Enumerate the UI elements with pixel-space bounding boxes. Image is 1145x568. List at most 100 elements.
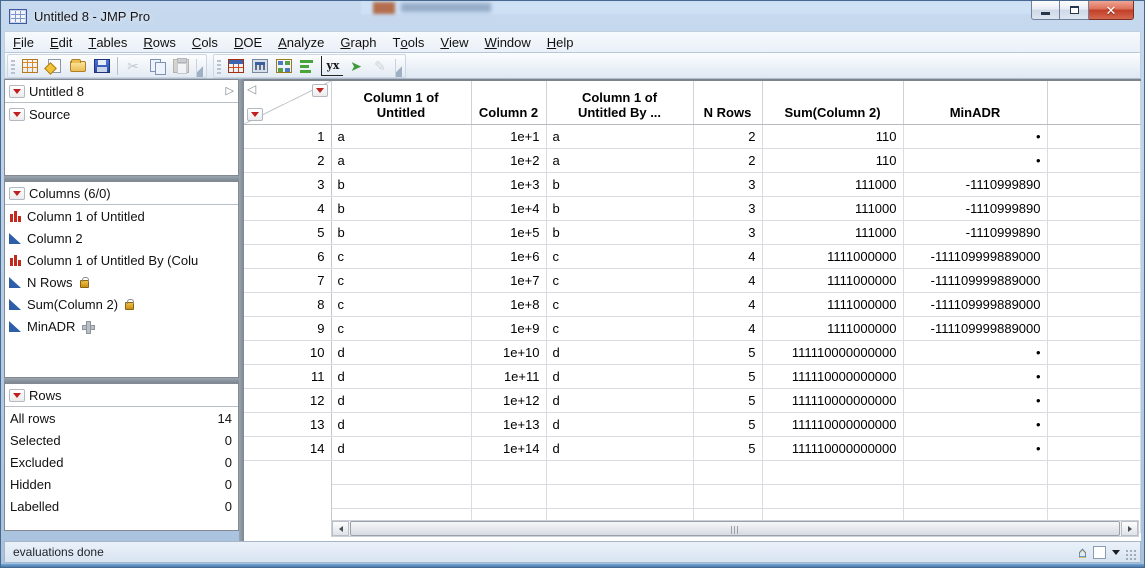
cell[interactable]: c (331, 316, 472, 341)
row-number-cell[interactable] (244, 508, 332, 532)
row-number-cell[interactable]: 2 (244, 148, 332, 173)
nominal-modeling-type-icon[interactable] (9, 210, 23, 222)
cell[interactable]: 1e+12 (471, 388, 547, 413)
cell[interactable]: 5 (693, 340, 763, 365)
toolbar-overflow-icon[interactable] (196, 58, 203, 77)
home-icon[interactable]: ⌂ (1078, 545, 1087, 560)
cell[interactable]: 1e+1 (471, 124, 547, 149)
cell[interactable]: c (546, 244, 694, 269)
menu-rows[interactable]: Rows (135, 32, 184, 52)
row-number-cell[interactable]: 6 (244, 244, 332, 269)
column-header-5[interactable]: Sum(Column 2) (762, 81, 904, 125)
column-header-6[interactable]: MinADR (903, 81, 1048, 125)
cell[interactable]: • (903, 436, 1048, 461)
cell[interactable]: 1111000000 (762, 292, 904, 317)
cell[interactable] (762, 484, 904, 509)
cell[interactable]: 1e+9 (471, 316, 547, 341)
cell[interactable]: c (546, 292, 694, 317)
column-list-item[interactable]: Column 1 of Untitled By (Colu (5, 249, 238, 271)
cell[interactable]: c (546, 268, 694, 293)
cell[interactable]: • (903, 124, 1048, 149)
column-header-2[interactable]: Column 2 (471, 81, 547, 125)
new-journal-icon[interactable] (43, 56, 65, 76)
cell[interactable]: 3 (693, 220, 763, 245)
window-layout-icon[interactable] (273, 56, 295, 76)
nominal-modeling-type-icon[interactable] (9, 254, 23, 266)
cell[interactable]: 111110000000000 (762, 340, 904, 365)
cell[interactable] (903, 484, 1048, 509)
cell[interactable]: 5 (693, 412, 763, 437)
row-number-cell[interactable]: 5 (244, 220, 332, 245)
rows-menu-icon[interactable] (9, 388, 25, 402)
column-list-item[interactable]: Sum(Column 2) (5, 293, 238, 315)
collapse-panel-icon[interactable]: ◁ (247, 82, 256, 96)
row-number-cell[interactable]: 8 (244, 292, 332, 317)
cell[interactable]: 4 (693, 268, 763, 293)
cell[interactable]: c (331, 292, 472, 317)
cell[interactable]: d (546, 364, 694, 389)
cell[interactable]: b (331, 220, 472, 245)
row-number-cell[interactable] (244, 460, 332, 484)
column-header-4[interactable]: N Rows (693, 81, 763, 125)
cell[interactable] (471, 484, 547, 509)
menu-file[interactable]: File (5, 32, 42, 52)
cell[interactable]: • (903, 148, 1048, 173)
cell[interactable]: 1e+5 (471, 220, 547, 245)
menu-doe[interactable]: D OE (226, 32, 270, 52)
row-number-cell[interactable]: 9 (244, 316, 332, 341)
cell[interactable]: 111000 (762, 220, 904, 245)
status-dropdown-icon[interactable] (1112, 549, 1120, 555)
cell[interactable]: -111109999889000 (903, 292, 1048, 317)
cell[interactable] (693, 484, 763, 509)
cell[interactable]: 111110000000000 (762, 388, 904, 413)
cell[interactable] (546, 484, 694, 509)
cell[interactable]: 4 (693, 316, 763, 341)
cell[interactable]: c (331, 244, 472, 269)
menu-graph[interactable]: Graph (332, 32, 384, 52)
cell[interactable]: a (331, 148, 472, 173)
source-menu-icon[interactable] (9, 107, 25, 121)
resize-grip[interactable] (1126, 550, 1136, 560)
column-list-item[interactable]: N Rows (5, 271, 238, 293)
row-number-cell[interactable]: 11 (244, 364, 332, 389)
cell[interactable]: 1e+6 (471, 244, 547, 269)
menu-edit[interactable]: Edit (42, 32, 80, 52)
close-button[interactable]: ✕ (1089, 1, 1134, 20)
column-list-item[interactable]: Column 1 of Untitled (5, 205, 238, 227)
rows-corner-menu-icon[interactable] (247, 107, 263, 121)
minimize-button[interactable] (1031, 1, 1060, 20)
cell[interactable]: b (331, 196, 472, 221)
row-number-cell[interactable]: 7 (244, 268, 332, 293)
column-list-item[interactable]: Column 2 (5, 227, 238, 249)
cell[interactable]: d (546, 436, 694, 461)
cell[interactable]: a (331, 124, 472, 149)
cell[interactable]: 1111000000 (762, 316, 904, 341)
row-number-cell[interactable]: 4 (244, 196, 332, 221)
graph-builder-icon[interactable] (297, 56, 319, 76)
cell[interactable]: 1e+2 (471, 148, 547, 173)
cell[interactable]: 4 (693, 244, 763, 269)
cell[interactable]: • (903, 364, 1048, 389)
row-number-cell[interactable]: 1 (244, 124, 332, 149)
cell[interactable]: 3 (693, 196, 763, 221)
cell[interactable] (546, 460, 694, 485)
table-menu-icon[interactable] (9, 84, 25, 98)
cell[interactable]: 5 (693, 364, 763, 389)
menu-analyze[interactable]: Analyze (270, 32, 332, 52)
cell[interactable]: -111109999889000 (903, 244, 1048, 269)
toolbar-overflow-icon[interactable] (395, 58, 402, 77)
cell[interactable]: d (546, 388, 694, 413)
row-number-cell[interactable]: 13 (244, 412, 332, 437)
cell[interactable]: 110 (762, 148, 904, 173)
cell[interactable]: 1e+11 (471, 364, 547, 389)
cell[interactable]: 3 (693, 172, 763, 197)
cell[interactable]: -1110999890 (903, 196, 1048, 221)
cell[interactable]: c (331, 268, 472, 293)
cell[interactable]: b (546, 196, 694, 221)
cell[interactable] (762, 460, 904, 485)
cell[interactable] (471, 460, 547, 485)
cell[interactable]: 111000 (762, 172, 904, 197)
save-icon[interactable] (91, 56, 113, 76)
toolbar-grip-icon[interactable] (11, 57, 15, 74)
grid-corner-cell[interactable]: ◁ (244, 81, 332, 125)
